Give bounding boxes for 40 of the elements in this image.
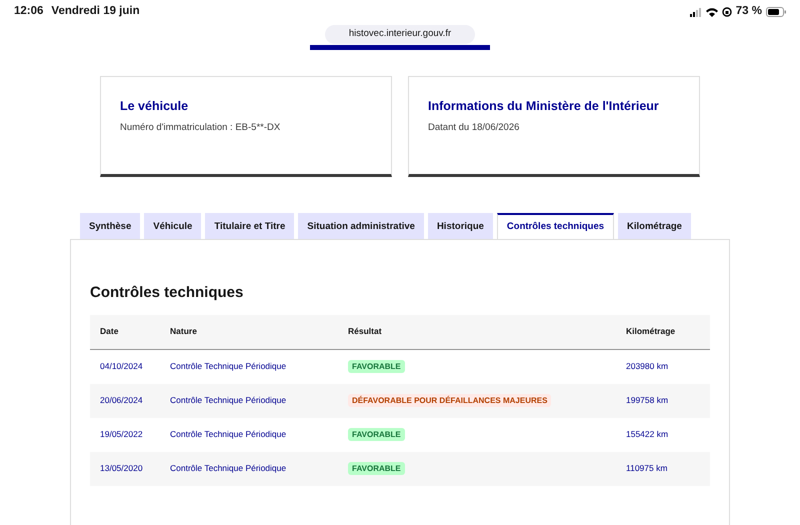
tab[interactable]: Situation administrative — [298, 213, 424, 240]
tab[interactable]: Titulaire et Titre — [205, 213, 294, 240]
battery-icon — [766, 7, 786, 17]
card-text: Numéro d'immatriculation : EB-5**-DX — [120, 120, 282, 135]
card-title: Informations du Ministère de l'Intérieur — [428, 98, 660, 115]
status-badge: FAVORABLE — [348, 360, 405, 374]
table-cell-text: 155422 km — [626, 428, 670, 442]
status-badge: FAVORABLE — [348, 428, 405, 442]
column-header: Nature — [170, 325, 198, 338]
table-cell-text: 04/10/2024 — [99, 360, 144, 374]
table-cell-text: 19/05/2022 — [99, 428, 144, 442]
card-text: Datant du 18/06/2026 — [428, 120, 520, 135]
table-cell-text: Contrôle Technique Périodique — [170, 360, 288, 374]
tab[interactable]: Contrôles techniques — [496, 213, 614, 240]
tab[interactable]: Synthèse — [80, 213, 140, 240]
table-cell-text: Contrôle Technique Périodique — [170, 394, 288, 408]
section-heading: Contrôles techniques — [90, 283, 244, 304]
tab[interactable]: Kilométrage — [618, 213, 691, 240]
table-cell-text: Contrôle Technique Périodique — [170, 428, 288, 442]
column-header: Kilométrage — [626, 325, 676, 338]
table-cell-text: 110975 km — [626, 462, 668, 476]
status-time: 12:06 — [14, 4, 44, 20]
table-cell-text: 203980 km — [626, 360, 670, 374]
battery-percentage: 73 % — [736, 4, 762, 20]
column-header: Résultat — [348, 325, 383, 338]
table-cell-text: 13/05/2020 — [99, 462, 144, 476]
card-title: Le véhicule — [120, 98, 190, 115]
table-cell-text: 199758 km — [626, 394, 670, 408]
status-date: Vendredi 19 juin — [51, 4, 140, 20]
tab[interactable]: Historique — [428, 213, 493, 240]
status-badge: DÉFAVORABLE POUR DÉFAILLANCES MAJEURES — [348, 394, 552, 408]
signal-icon — [690, 8, 702, 16]
column-header: Date — [99, 325, 120, 338]
table-cell-text: 20/06/2024 — [99, 394, 144, 408]
table-cell-text: Contrôle Technique Périodique — [170, 462, 288, 476]
orientation-lock-icon — [722, 7, 732, 17]
tab[interactable]: Véhicule — [144, 213, 202, 240]
url-field[interactable]: histovec.interieur.gouv.fr — [325, 25, 475, 44]
status-badge: FAVORABLE — [348, 462, 405, 476]
wifi-icon — [706, 8, 718, 16]
